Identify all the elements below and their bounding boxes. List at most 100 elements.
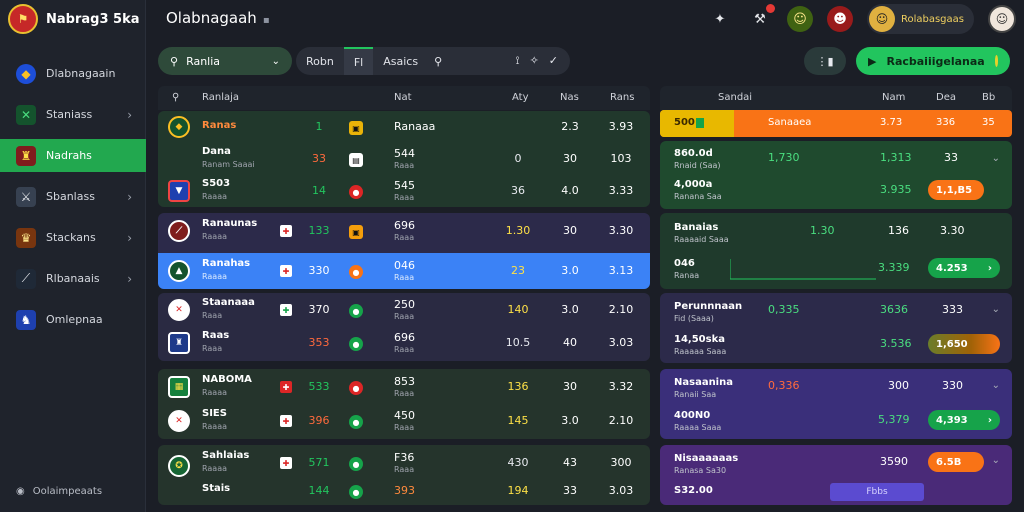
profile-avatar[interactable]: ☺ [988,5,1016,33]
row-value: 370 [308,303,330,316]
tools-icon[interactable]: ⚒ [747,4,775,32]
sidebar-item-label: Sbanlass [46,190,95,203]
col-header-aty[interactable]: Aty [512,92,529,103]
odds-pill[interactable]: 4,393 › [928,410,1000,430]
row-value: 4.0 [561,184,579,197]
table-row[interactable]: ✕ SIES Raaaa ✚ 396 ● 450 Raaa 145 3.0 2.… [158,405,650,437]
row-value: 43 [563,456,577,469]
team-logo-icon: ✕ [168,410,190,432]
row-name: Dana [202,146,231,157]
sidebar-item-4[interactable]: ♛ Stackans › [0,221,146,254]
tab-0[interactable]: Robn [296,47,344,75]
search-icon[interactable]: ⚲ [172,92,179,103]
row-name: 4,000a [674,179,713,190]
col-header-rans[interactable]: Rans [610,92,634,103]
col-header-bb[interactable]: Bb [982,92,995,103]
col-header-name[interactable]: Ranlaja [202,92,239,103]
col-header-nat[interactable]: Nat [394,92,412,103]
sidebar-item-1[interactable]: ✕ Staniass › [0,98,146,131]
row-sub: Raaa [394,161,415,170]
action-button[interactable]: Fbbs [830,483,924,501]
col-header-nam[interactable]: Nam [882,92,905,103]
row-value: 330 [308,264,330,277]
table-row[interactable]: Dana Ranam Saaai 33 ▤ 544 Raaa 0 30 103 [158,143,650,175]
row-sub: Ranaii Saa [674,390,717,399]
left-table-header: ⚲ Ranlaja Nat Aty Nas Rans [158,86,650,110]
tab-1[interactable]: Fl [343,47,374,75]
options-button[interactable]: ⋮▮ [804,47,846,75]
chevron-down-icon[interactable]: ⌄ [992,304,1000,315]
row-value: 3.0 [561,414,579,427]
sidebar-item-3[interactable]: ⚔ Sbanlass › [0,180,146,213]
table-row[interactable]: ◆ Ranas 1 ▣ Ranaaa 2.3 3.93 [158,111,650,143]
notifications-icon[interactable]: ✦ [707,6,733,32]
sidebar-item-2[interactable]: ♜ Nadrahs [0,139,146,172]
table-row[interactable]: ▼ S503 Raaaa 14 ● 545 Raaa 36 4.0 3.33 [158,175,650,207]
col-header-sandai[interactable]: Sandai [718,92,752,103]
row-sub: Raaa [394,345,415,354]
col-header-dea[interactable]: Dea [936,92,956,103]
highlight-banner[interactable]: 500 Sanaaea 3.73 336 35 [660,110,1012,137]
sidebar-item-0[interactable]: ◆ Dlabnagaain [0,57,146,90]
chevron-right-icon: › [127,189,132,204]
row-value: 33 [312,152,326,165]
table-row[interactable]: ✕ Staanaaa Raaa ✚ 370 ● 250 Raaa 140 3.0… [158,294,650,326]
col-header-nas[interactable]: Nas [560,92,579,103]
row-sub: Ranaa [674,271,700,280]
banner-value: 35 [982,117,995,128]
odds-pill[interactable]: 1,1,B5 [928,180,984,200]
row-value: 1.30 [810,224,835,237]
brand[interactable]: ⚑ Nabrag3 5ka [8,4,139,34]
table-row[interactable]: Stais 144 ● 393 194 33 3.03 [158,477,650,505]
row-value: 3.32 [608,380,634,393]
table-row[interactable]: ♜ Raas Raaa 353 ● 696 Raaa 10.5 40 3.03 [158,327,650,359]
tab-tool-icons: ⟟ ✧ ✓ [515,54,570,68]
table-row[interactable]: ⟋ Ranaunas Raaaa ✚ 133 ▣ 696 Raaa 1.30 3… [158,215,650,247]
chevron-down-icon[interactable]: ⌄ [992,380,1000,391]
sidebar-item-label: Stackans [46,231,96,244]
odds-pill[interactable]: 6.5B [928,452,984,472]
sidebar-item-6[interactable]: ♞ Omlepnaa [0,303,146,336]
status-dot-icon: ● [349,185,363,199]
pin-icon[interactable]: ⟟ [515,54,519,68]
odds-pill[interactable]: 1,650 [928,334,1000,354]
pill-value: 4.253 [936,262,968,274]
row-value: 33 [944,151,958,164]
region-select[interactable]: ⚲ Ranlia ⌄ [158,47,292,75]
sparkle-icon[interactable]: ✧ [530,54,539,68]
status-dot-icon: ● [349,457,363,471]
group-3: ✕ Staanaaa Raaa ✚ 370 ● 250 Raaa 140 3.0… [158,293,650,361]
tab-2[interactable]: Asaics [373,47,428,75]
indicator-icon [696,118,704,128]
play-icon: ▶ [868,54,877,68]
row-name: NABOMA [202,374,252,385]
row-name: Ranas [202,120,237,131]
table-row[interactable]: ✪ Sahlaias Raaaa ✚ 571 ● F36 Raaa 430 43… [158,447,650,479]
primary-action-button[interactable]: ▶ Racbaiiigelanaa [856,47,1010,75]
sidebar-item-5[interactable]: ⟋ Rlbanaais › [0,262,146,295]
flag-icon: ✚ [280,304,292,316]
search-icon[interactable]: ⚲ [428,55,442,68]
sidebar-item-label: Rlbanaais [46,272,100,285]
check-icon[interactable]: ✓ [549,54,558,68]
sidebar-footer[interactable]: ◉ Oolaimpeaats [16,486,102,497]
row-value: 3.13 [608,264,634,277]
user-chip[interactable]: ☺ Rolabasgaas [866,4,974,34]
row-value: 3636 [880,303,908,316]
dropdown-dot-icon[interactable]: ▪ [263,15,270,26]
chevron-right-icon: › [127,230,132,245]
avatar-knight-icon[interactable]: ☺ [786,6,813,32]
odds-pill[interactable]: 4.253 › [928,258,1000,278]
avatar-warrior-icon[interactable]: ☻ [826,6,853,32]
group-2: ⟋ Ranaunas Raaaa ✚ 133 ▣ 696 Raaa 1.30 3… [158,213,650,289]
row-value: 300 [610,456,632,469]
primary-action-label: Racbaiiigelanaa [886,54,985,68]
trend-sparkline [730,259,876,280]
chevron-down-icon[interactable]: ⌄ [992,455,1000,466]
row-value: 571 [308,456,330,469]
table-row-selected[interactable]: ▲ Ranahas Raaaa ✚ 330 ● 046 Raaa 23 3.0 … [158,253,650,289]
table-row[interactable]: ▦ NABOMA Raaaa ✚ 533 ● 853 Raaa 136 30 3… [158,371,650,403]
chevron-down-icon[interactable]: ⌄ [992,153,1000,164]
row-sub: Raaaa [202,388,227,397]
row-value: 140 [507,303,529,316]
